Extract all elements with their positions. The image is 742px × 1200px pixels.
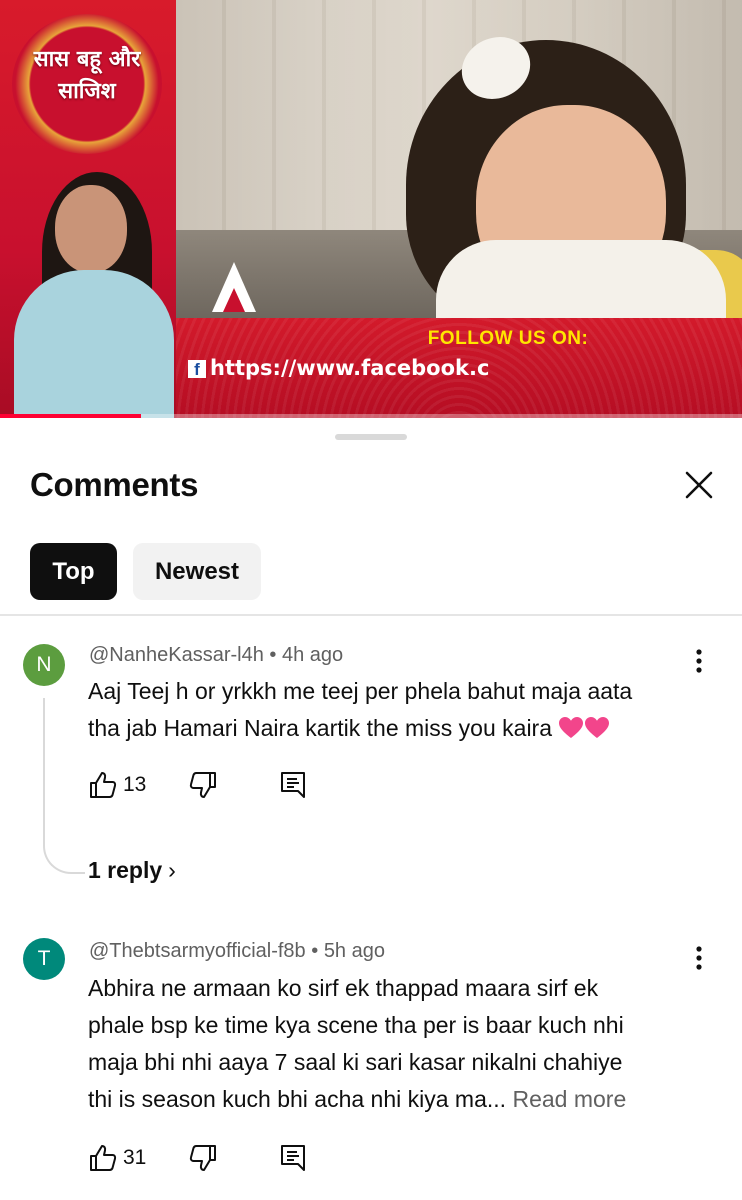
presenter-image [14, 270, 174, 418]
comment-time: 5h ago [323, 940, 385, 962]
follow-title: FOLLOW US ON: [427, 328, 589, 349]
chevron-right-icon: › [168, 857, 176, 883]
comment-text: Abhira ne armaan ko sirf ek thappad maar… [88, 975, 627, 1112]
view-replies-button[interactable]: 1 reply › [88, 857, 176, 884]
heart-emoji-icon [584, 714, 610, 738]
reply-icon[interactable] [278, 770, 308, 800]
comments-sheet: Comments Top Newest N @NanheKassar-l4h •… [0, 418, 742, 1200]
filter-chip-newest[interactable]: Newest [133, 543, 261, 600]
comments-title: Comments [30, 466, 199, 503]
comment-time: 4h ago [281, 644, 344, 666]
comment-text: Aaj Teej h or yrkkh me teej per phela ba… [88, 678, 633, 741]
more-options-icon[interactable] [688, 943, 710, 973]
dislike-icon[interactable] [188, 770, 218, 800]
more-options-icon[interactable] [688, 646, 710, 676]
like-count: 31 [123, 1146, 147, 1169]
heart-emoji-icon [558, 714, 584, 738]
like-count: 13 [123, 773, 147, 796]
comment-author[interactable]: @NanheKassar-l4h [89, 644, 264, 666]
like-icon[interactable] [88, 770, 118, 800]
filter-chip-top[interactable]: Top [30, 543, 117, 600]
facebook-icon: f [188, 360, 206, 379]
comment-meta: @Thebtsarmyofficial-f8b • 5h ago [89, 940, 385, 963]
avatar[interactable]: N [23, 644, 65, 686]
video-player[interactable]: सास बहू और साजिश FOLLOW US ON: f https:/… [0, 0, 742, 418]
reply-thread-line [43, 698, 85, 874]
video-frame [176, 0, 742, 330]
show-branding-panel: सास बहू और साजिश [0, 0, 176, 418]
drag-handle[interactable] [335, 434, 407, 440]
avatar[interactable]: T [23, 938, 65, 980]
follow-banner: FOLLOW US ON: f https://www.facebook.c [176, 318, 742, 418]
divider [0, 614, 742, 616]
dislike-icon[interactable] [188, 1143, 218, 1173]
like-icon[interactable] [88, 1143, 118, 1173]
reply-icon[interactable] [278, 1143, 308, 1173]
meta-separator: • [263, 644, 282, 666]
meta-separator: • [305, 940, 324, 962]
close-icon[interactable] [680, 466, 718, 504]
comment-author[interactable]: @Thebtsarmyofficial-f8b [89, 940, 306, 962]
follow-url: https://www.facebook.c [210, 356, 490, 380]
comment-meta: @NanheKassar-l4h • 4h ago [89, 644, 343, 667]
show-logo-text: सास बहू और साजिश [33, 47, 141, 104]
read-more-link[interactable]: Read more [512, 1086, 626, 1112]
